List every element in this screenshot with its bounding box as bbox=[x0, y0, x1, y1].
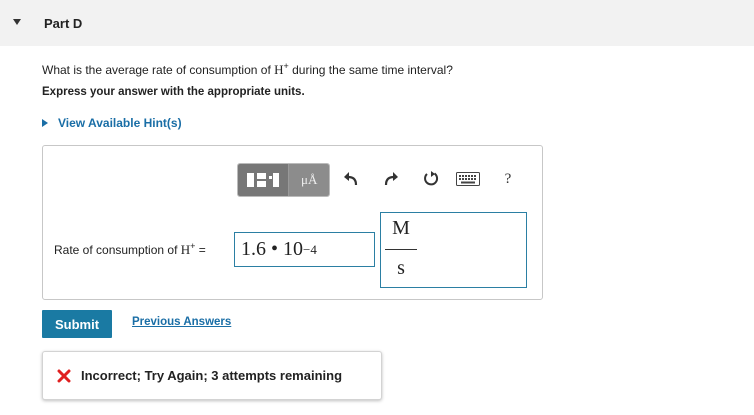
value-input[interactable]: 1.6 • 10 −4 bbox=[234, 232, 375, 267]
undo-icon bbox=[344, 172, 358, 186]
value-base: 10 bbox=[283, 238, 304, 260]
unit-numerator: M bbox=[392, 217, 410, 239]
submit-button[interactable]: Submit bbox=[42, 310, 112, 338]
part-title: Part D bbox=[44, 16, 83, 31]
redo-icon bbox=[384, 172, 398, 186]
answer-label: Rate of consumption of H+ = bbox=[54, 241, 206, 258]
previous-answers-link[interactable]: Previous Answers bbox=[132, 316, 231, 328]
answer-species: H bbox=[180, 242, 191, 257]
question-text-after: during the same time interval? bbox=[288, 63, 453, 77]
unit-input[interactable]: M s bbox=[380, 212, 527, 288]
templates-icon bbox=[247, 173, 280, 187]
question-text: What is the average rate of consumption … bbox=[42, 61, 453, 78]
feedback-text: Incorrect; Try Again; 3 attempts remaini… bbox=[81, 368, 343, 383]
fraction-bar bbox=[385, 249, 417, 250]
instruction-text: Express your answer with the appropriate… bbox=[42, 86, 305, 98]
value-times: • bbox=[266, 238, 284, 260]
reset-icon bbox=[424, 171, 439, 186]
value-mantissa: 1.6 bbox=[241, 238, 266, 260]
value-exponent: −4 bbox=[303, 241, 317, 257]
unit-denominator: s bbox=[397, 257, 405, 279]
units-button[interactable]: μÅ bbox=[289, 164, 329, 196]
reset-button[interactable] bbox=[420, 168, 442, 190]
templates-button[interactable] bbox=[238, 164, 290, 196]
hint-toggle[interactable]: View Available Hint(s) bbox=[42, 116, 182, 130]
answer-equals: = bbox=[195, 243, 206, 257]
hint-caret-icon bbox=[42, 119, 48, 127]
help-button[interactable]: ? bbox=[497, 168, 519, 190]
undo-button[interactable] bbox=[340, 168, 362, 190]
answer-label-before: Rate of consumption of bbox=[54, 243, 181, 257]
keyboard-button[interactable] bbox=[455, 168, 481, 190]
redo-button[interactable] bbox=[380, 168, 402, 190]
toolbar-template-group: μÅ bbox=[237, 163, 330, 197]
question-text-before: What is the average rate of consumption … bbox=[42, 63, 275, 77]
incorrect-x-icon bbox=[57, 369, 71, 382]
feedback-message: Incorrect; Try Again; 3 attempts remaini… bbox=[42, 351, 382, 400]
hint-label[interactable]: View Available Hint(s) bbox=[58, 116, 182, 130]
question-species: H bbox=[274, 62, 284, 77]
keyboard-icon bbox=[456, 172, 480, 186]
collapse-caret-icon[interactable] bbox=[13, 19, 21, 25]
part-header[interactable]: Part D bbox=[0, 0, 754, 46]
